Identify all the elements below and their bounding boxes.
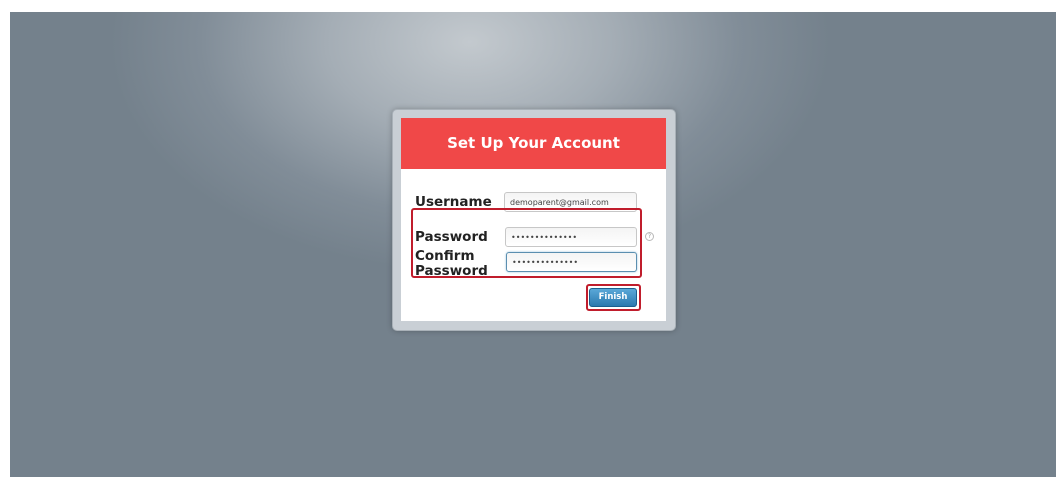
confirm-password-field[interactable] <box>506 252 637 272</box>
confirm-password-label-line1: Confirm <box>415 248 475 264</box>
dialog-title: Set Up Your Account <box>401 118 666 169</box>
setup-form: Set Up Your Account Username Password ? … <box>401 118 666 321</box>
password-field[interactable] <box>505 227 637 247</box>
finish-button[interactable]: Finish <box>589 288 637 307</box>
confirm-password-label-line2: Password <box>415 263 488 279</box>
help-icon[interactable]: ? <box>645 232 654 241</box>
username-field[interactable] <box>504 192 637 212</box>
setup-dialog: Set Up Your Account Username Password ? … <box>392 109 676 331</box>
username-label: Username <box>415 194 492 210</box>
password-label: Password <box>415 229 488 245</box>
